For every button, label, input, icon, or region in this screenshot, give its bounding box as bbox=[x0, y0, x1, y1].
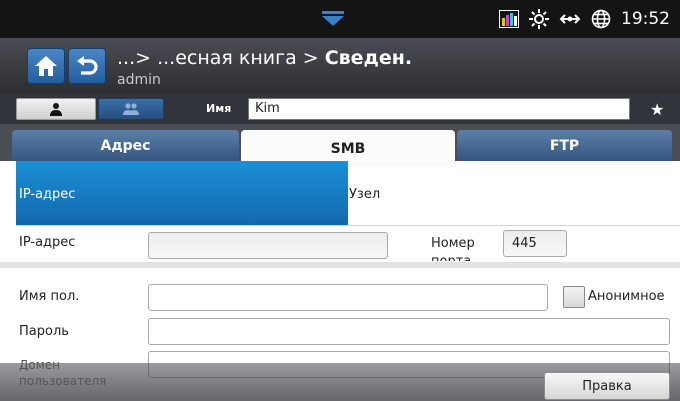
ip-address-field[interactable] bbox=[148, 232, 388, 259]
divider bbox=[16, 225, 680, 226]
home-button[interactable] bbox=[27, 48, 65, 84]
status-clock: 19:52 bbox=[621, 9, 670, 29]
toner-sun-icon[interactable] bbox=[529, 9, 549, 29]
search-row: Имя Kim ★ bbox=[0, 94, 680, 124]
breadcrumb-path: ...> ...есная книга > bbox=[117, 47, 319, 69]
back-icon bbox=[77, 56, 98, 75]
port-label: Номер порта bbox=[431, 236, 475, 261]
anonymous-checkbox[interactable] bbox=[563, 286, 585, 308]
home-icon bbox=[35, 56, 57, 76]
name-input[interactable]: Kim bbox=[248, 98, 630, 120]
mode-ip-address[interactable]: IP-адрес bbox=[16, 161, 348, 225]
mode-host[interactable]: Узел bbox=[349, 187, 380, 202]
individual-toggle[interactable] bbox=[16, 98, 96, 120]
star-icon[interactable]: ★ bbox=[650, 100, 664, 119]
ip-address-label: IP-адрес bbox=[19, 235, 76, 250]
tab-bar: Адрес SMB FTP bbox=[0, 124, 680, 167]
network-icon[interactable] bbox=[559, 10, 581, 28]
group-toggle[interactable] bbox=[98, 98, 164, 120]
person-icon bbox=[50, 103, 62, 116]
user-name: admin bbox=[117, 72, 161, 88]
port-field[interactable]: 445 bbox=[503, 230, 567, 257]
tab-address[interactable]: Адрес bbox=[12, 130, 239, 161]
status-bar: 19:52 bbox=[0, 0, 680, 38]
name-label: Имя bbox=[206, 102, 232, 115]
tab-ftp[interactable]: FTP bbox=[457, 130, 672, 161]
password-label: Пароль bbox=[19, 324, 69, 339]
edit-button[interactable]: Правка bbox=[544, 372, 670, 400]
section-separator bbox=[0, 262, 680, 268]
username-label: Имя пол. bbox=[19, 289, 80, 304]
page-title: Сведен. bbox=[324, 47, 413, 69]
domain-label: Домен пользователя bbox=[19, 358, 107, 388]
anonymous-label: Анонимное bbox=[588, 289, 665, 304]
username-field[interactable] bbox=[148, 284, 548, 311]
globe-icon[interactable] bbox=[591, 9, 611, 29]
title-bar: ...> ...есная книга > Сведен. bbox=[0, 38, 680, 94]
pulldown-arrow-icon[interactable] bbox=[322, 11, 344, 27]
password-field[interactable] bbox=[148, 318, 670, 345]
group-icon bbox=[123, 103, 139, 115]
meter-icon[interactable] bbox=[499, 10, 519, 28]
back-button[interactable] bbox=[68, 48, 106, 84]
breadcrumb: ...> ...есная книга > Сведен. bbox=[117, 47, 412, 69]
